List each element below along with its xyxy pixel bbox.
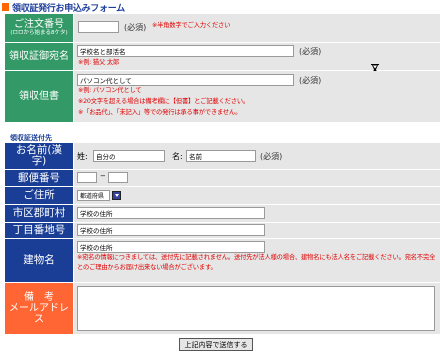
city-input[interactable]: 学校の住所	[77, 207, 265, 219]
form-title-text: 領収証発行お申込みフォーム	[12, 3, 125, 14]
prefecture-select[interactable]: 都道府県	[77, 190, 110, 201]
building-label-text: 建物名	[23, 254, 55, 266]
postal-separator: −	[100, 172, 106, 180]
receipt-name-required: (必須)	[299, 47, 322, 56]
order-number-note: ※半角数字でご入力ください	[152, 22, 231, 29]
name-required: (必須)	[260, 152, 283, 161]
receipt-name-input[interactable]: 学校名と部活名	[77, 45, 294, 57]
street-label-text: 丁目番地号	[12, 224, 66, 236]
prefecture-select-value: 都道府県	[80, 193, 105, 200]
receipt-description-note-2: ※20文字を超える場合は備考欄に【但書】とご記載ください。	[78, 98, 250, 105]
city-label-text: 市区郡町村	[12, 207, 66, 219]
building-note: ※宛名の情報につきましては、送付先に記載されません。送付先が法人様の場合、建物名…	[77, 254, 436, 271]
receipt-name-label-text: 領収証御宛名	[9, 51, 69, 62]
submit-button[interactable]: 上記内容で送信する	[179, 338, 253, 351]
building-input[interactable]: 学校の住所	[77, 241, 265, 253]
remarks-label: 備 考 メールアドレス	[5, 283, 73, 334]
prefecture-dropdown-icon[interactable]	[112, 191, 121, 200]
receipt-description-note-3: ※「お品代」、「未記入」等での発行は承る事ができません。	[78, 109, 242, 116]
address-label-text: ご住所	[23, 189, 55, 201]
postal-code-part2-input[interactable]	[108, 172, 128, 183]
name-label-text: お名前(漢字)	[15, 144, 63, 167]
street-input[interactable]: 学校の住所	[77, 224, 265, 236]
receipt-description-note-1: ※例: パソコン代として	[78, 87, 142, 94]
address-label: ご住所	[5, 187, 73, 204]
shipping-section-heading: 領収証送付先	[10, 134, 52, 142]
postal-cell	[74, 170, 440, 186]
email-label-text: メールアドレス	[9, 303, 69, 325]
last-name-input[interactable]: 自分の	[93, 150, 165, 162]
receipt-description-input[interactable]: パソコン代として	[77, 74, 294, 86]
receipt-name-label: 領収証御宛名	[5, 43, 73, 70]
postal-label: 郵便番号	[5, 170, 73, 186]
address-cell	[74, 187, 440, 204]
order-number-label-text: ご注文番号	[14, 19, 64, 30]
building-label: 建物名	[5, 239, 73, 282]
remarks-textarea[interactable]	[77, 286, 435, 331]
remarks-label-text: 備 考	[24, 292, 54, 303]
receipt-description-label: 領収但書	[5, 71, 73, 122]
order-number-required: (必須)	[124, 23, 147, 32]
postal-label-text: 郵便番号	[18, 171, 60, 184]
order-number-sublabel: (ロロから始まる8ケタ)	[10, 30, 68, 36]
title-marker-icon	[2, 3, 9, 11]
first-name-label: 名:	[172, 152, 183, 161]
receipt-description-required: (必須)	[299, 76, 322, 85]
postal-code-part1-input[interactable]	[77, 172, 97, 183]
last-name-label: 姓:	[77, 152, 88, 161]
receipt-description-label-text: 領収但書	[19, 91, 59, 102]
order-number-input[interactable]	[78, 21, 119, 33]
receipt-name-note: ※例: 猫父 太郎	[78, 59, 120, 66]
first-name-input[interactable]: 名前	[186, 150, 256, 162]
name-label: お名前(漢字)	[5, 143, 73, 169]
form-title: 領収証発行お申込みフォーム	[2, 1, 125, 14]
street-label: 丁目番地号	[5, 223, 73, 238]
city-label: 市区郡町村	[5, 205, 73, 222]
order-number-label: ご注文番号 (ロロから始まる8ケタ)	[5, 14, 73, 42]
